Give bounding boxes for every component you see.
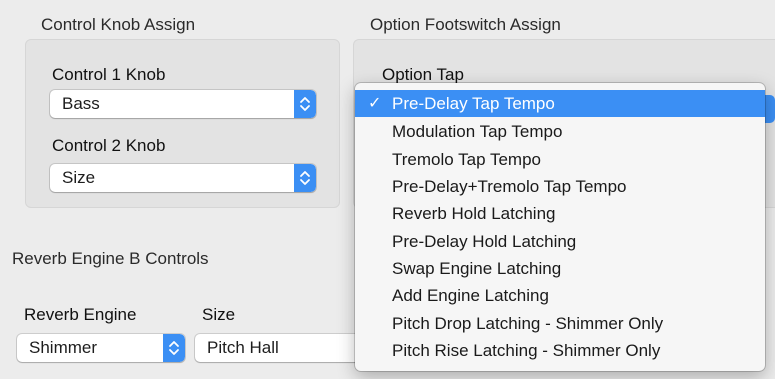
up-down-chevron-icon bbox=[294, 90, 316, 118]
menu-item[interactable]: Modulation Tap Tempo bbox=[355, 118, 765, 145]
option-tap-label: Option Tap bbox=[382, 65, 464, 84]
menu-item[interactable]: Swap Engine Latching bbox=[355, 255, 765, 282]
up-down-chevron-icon bbox=[294, 164, 316, 192]
checkmark-icon: ✓ bbox=[368, 95, 382, 112]
menu-item[interactable]: Pre-Delay+Tremolo Tap Tempo bbox=[355, 173, 765, 200]
control2-knob-popup[interactable]: Size bbox=[50, 164, 316, 192]
menu-item[interactable]: Pre-Delay Hold Latching bbox=[355, 228, 765, 255]
control2-knob-label: Control 2 Knob bbox=[52, 136, 166, 155]
reverb-engine-label: Reverb Engine bbox=[24, 305, 137, 324]
size-popup[interactable]: Pitch Hall bbox=[195, 334, 375, 362]
option-tap-menu: ✓ Pre-Delay Tap Tempo Modulation Tap Tem… bbox=[355, 83, 765, 371]
control1-knob-popup[interactable]: Bass bbox=[50, 90, 316, 118]
menu-item[interactable]: Reverb Hold Latching bbox=[355, 200, 765, 227]
reverb-engine-popup[interactable]: Shimmer bbox=[17, 334, 185, 362]
menu-item[interactable]: Pitch Rise Latching - Shimmer Only bbox=[355, 337, 765, 364]
reverb-engine-value: Shimmer bbox=[29, 338, 98, 357]
reverb-b-section-title: Reverb Engine B Controls bbox=[12, 249, 209, 268]
control1-knob-label: Control 1 Knob bbox=[52, 65, 166, 84]
control-knob-section-title: Control Knob Assign bbox=[41, 15, 196, 34]
option-footswitch-section-title: Option Footswitch Assign bbox=[370, 15, 561, 34]
menu-item[interactable]: Add Engine Latching bbox=[355, 282, 765, 309]
size-value: Pitch Hall bbox=[207, 338, 279, 357]
control2-knob-value: Size bbox=[62, 168, 96, 187]
menu-item[interactable]: Tremolo Tap Tempo bbox=[355, 146, 765, 173]
control1-knob-value: Bass bbox=[62, 94, 100, 113]
menu-item[interactable]: ✓ Pre-Delay Tap Tempo bbox=[355, 90, 765, 117]
up-down-chevron-icon bbox=[163, 334, 185, 362]
menu-item[interactable]: Pitch Drop Latching - Shimmer Only bbox=[355, 310, 765, 337]
size-label: Size bbox=[202, 305, 236, 324]
